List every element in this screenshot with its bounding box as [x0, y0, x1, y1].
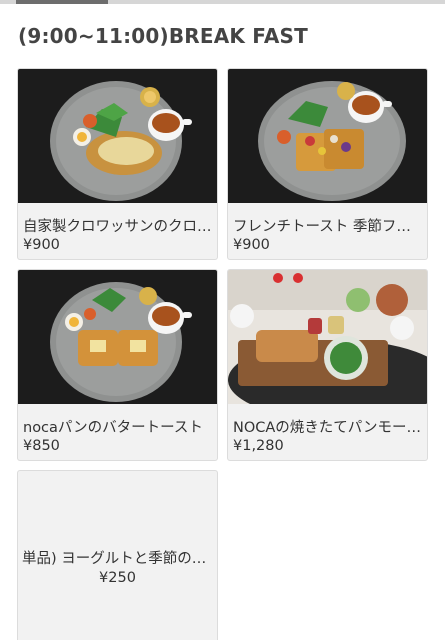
croissant-plate-photo: [18, 69, 217, 203]
menu-item-card[interactable]: nocaパンのバタートースト ¥850: [17, 269, 218, 461]
bread-morning-set-photo: [228, 270, 427, 404]
menu-item-card[interactable]: 単品) ヨーグルトと季節のフルーツ ¥250: [17, 470, 218, 640]
menu-item-card[interactable]: NOCAの焼きたてパンモーニング ¥1,280: [227, 269, 428, 461]
menu-item-card[interactable]: 自家製クロワッサンのクロックムッシュ ¥900: [17, 68, 218, 260]
menu-item-price: ¥900: [233, 237, 270, 253]
menu-item-card[interactable]: フレンチトースト 季節フルーツ ¥900: [227, 68, 428, 260]
top-scroll-indicator: [0, 0, 445, 4]
menu-item-name: NOCAの焼きたてパンモーニング: [233, 420, 423, 436]
menu-item-price: ¥850: [23, 438, 60, 454]
menu-item-name: フレンチトースト 季節フルーツ: [233, 219, 423, 235]
menu-item-name: 単品) ヨーグルトと季節のフルーツ: [22, 551, 213, 567]
french-toast-plate-photo: [228, 69, 427, 203]
section-title: (9:00~11:00)BREAK FAST: [18, 24, 308, 48]
menu-item-price: ¥900: [23, 237, 60, 253]
menu-item-name: nocaパンのバタートースト: [23, 420, 203, 436]
butter-toast-plate-photo: [18, 270, 217, 404]
scroll-thumb: [16, 0, 108, 4]
menu-item-name: 自家製クロワッサンのクロックムッシュ: [23, 219, 213, 235]
menu-item-price: ¥250: [99, 570, 136, 586]
menu-item-price: ¥1,280: [233, 438, 284, 454]
